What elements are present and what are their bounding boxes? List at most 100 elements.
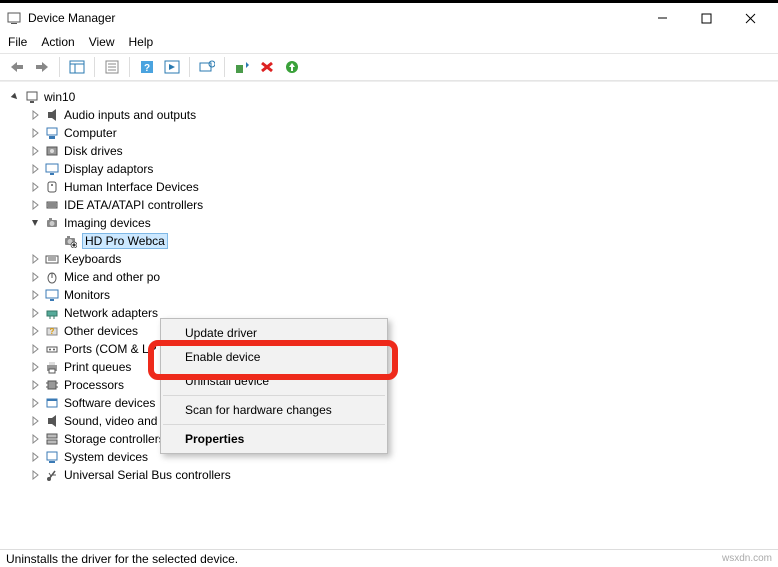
svg-text:?: ? bbox=[144, 63, 150, 74]
tree-node[interactable]: Print queues bbox=[4, 358, 774, 376]
uninstall-button[interactable] bbox=[256, 56, 278, 78]
network-icon bbox=[44, 305, 60, 321]
expand-icon[interactable] bbox=[28, 360, 42, 374]
tree-node-label: Monitors bbox=[64, 288, 110, 302]
collapse-icon[interactable] bbox=[28, 216, 42, 230]
toolbar-separator bbox=[224, 57, 225, 77]
expand-icon[interactable] bbox=[28, 108, 42, 122]
tree-node[interactable]: Processors bbox=[4, 376, 774, 394]
ctx-separator bbox=[163, 424, 385, 425]
svg-text:?: ? bbox=[50, 327, 55, 336]
toolbar-separator bbox=[59, 57, 60, 77]
expand-icon[interactable] bbox=[28, 144, 42, 158]
properties-button[interactable] bbox=[101, 56, 123, 78]
tree-node-label: System devices bbox=[64, 450, 148, 464]
ctx-properties[interactable]: Properties bbox=[163, 427, 385, 451]
expand-icon[interactable] bbox=[28, 468, 42, 482]
tree-node[interactable]: Network adapters bbox=[4, 304, 774, 322]
expand-icon[interactable] bbox=[28, 162, 42, 176]
tree-node[interactable]: Mice and other po bbox=[4, 268, 774, 286]
expand-icon[interactable] bbox=[28, 414, 42, 428]
monitor-icon bbox=[44, 287, 60, 303]
tree-node[interactable]: IDE ATA/ATAPI controllers bbox=[4, 196, 774, 214]
expand-icon[interactable] bbox=[28, 324, 42, 338]
ctx-enable-device[interactable]: Enable device bbox=[163, 345, 385, 369]
ide-icon bbox=[44, 197, 60, 213]
app-icon bbox=[6, 10, 22, 26]
tree-node[interactable]: Monitors bbox=[4, 286, 774, 304]
ctx-uninstall-device[interactable]: Uninstall device bbox=[163, 369, 385, 393]
tree-node-label: Ports (COM & LP bbox=[64, 342, 157, 356]
device-tree[interactable]: win10 Audio inputs and outputsComputerDi… bbox=[0, 81, 778, 551]
menu-view[interactable]: View bbox=[89, 35, 115, 49]
keyboard-icon bbox=[44, 251, 60, 267]
other-icon: ? bbox=[44, 323, 60, 339]
tree-node-label: IDE ATA/ATAPI controllers bbox=[64, 198, 203, 212]
expand-icon[interactable] bbox=[28, 342, 42, 356]
expand-icon[interactable] bbox=[28, 126, 42, 140]
system-icon bbox=[44, 449, 60, 465]
tree-node[interactable]: Computer bbox=[4, 124, 774, 142]
close-button[interactable] bbox=[728, 3, 772, 33]
software-icon bbox=[44, 395, 60, 411]
help-button[interactable]: ? bbox=[136, 56, 158, 78]
imaging-icon bbox=[44, 215, 60, 231]
maximize-button[interactable] bbox=[684, 3, 728, 33]
scan-hardware-button[interactable] bbox=[196, 56, 218, 78]
tree-node[interactable]: Software devices bbox=[4, 394, 774, 412]
menu-action[interactable]: Action bbox=[41, 35, 74, 49]
toolbar: ? bbox=[0, 53, 778, 81]
tree-node-label: Audio inputs and outputs bbox=[64, 108, 196, 122]
tree-node[interactable]: Keyboards bbox=[4, 250, 774, 268]
menu-help[interactable]: Help bbox=[129, 35, 154, 49]
action-button[interactable] bbox=[161, 56, 183, 78]
tree-node[interactable]: Sound, video and game controllers bbox=[4, 412, 774, 430]
nav-forward-button[interactable] bbox=[31, 56, 53, 78]
tree-node[interactable]: Universal Serial Bus controllers bbox=[4, 466, 774, 484]
window-title: Device Manager bbox=[28, 11, 640, 25]
expand-icon[interactable] bbox=[28, 306, 42, 320]
tree-node[interactable]: Imaging devices bbox=[4, 214, 774, 232]
toolbar-separator bbox=[94, 57, 95, 77]
ctx-separator bbox=[163, 395, 385, 396]
update-driver-button[interactable] bbox=[281, 56, 303, 78]
usb-icon bbox=[44, 467, 60, 483]
expand-icon[interactable] bbox=[28, 198, 42, 212]
ctx-scan-hardware[interactable]: Scan for hardware changes bbox=[163, 398, 385, 422]
tree-root-label: win10 bbox=[44, 90, 75, 104]
tree-node-label: Keyboards bbox=[64, 252, 121, 266]
mouse-icon bbox=[44, 269, 60, 285]
tree-node[interactable]: Disk drives bbox=[4, 142, 774, 160]
tree-node-label: Other devices bbox=[64, 324, 138, 338]
status-text: Uninstalls the driver for the selected d… bbox=[6, 552, 238, 566]
ctx-update-driver[interactable]: Update driver bbox=[163, 321, 385, 345]
enable-device-button[interactable] bbox=[231, 56, 253, 78]
expand-icon[interactable] bbox=[28, 180, 42, 194]
expand-icon[interactable] bbox=[28, 378, 42, 392]
expand-icon[interactable] bbox=[28, 288, 42, 302]
tree-node[interactable]: Display adaptors bbox=[4, 160, 774, 178]
menu-file[interactable]: File bbox=[8, 35, 27, 49]
expand-icon[interactable] bbox=[28, 432, 42, 446]
expand-icon[interactable] bbox=[8, 90, 22, 104]
expand-icon[interactable] bbox=[28, 252, 42, 266]
tree-node[interactable]: Storage controllers bbox=[4, 430, 774, 448]
tree-node[interactable]: Audio inputs and outputs bbox=[4, 106, 774, 124]
tree-child-label: HD Pro Webca bbox=[82, 233, 168, 249]
storage-icon bbox=[44, 431, 60, 447]
tree-root[interactable]: win10 bbox=[4, 88, 774, 106]
tree-node[interactable]: System devices bbox=[4, 448, 774, 466]
sound-icon bbox=[44, 413, 60, 429]
tree-node[interactable]: Human Interface Devices bbox=[4, 178, 774, 196]
expand-icon[interactable] bbox=[28, 450, 42, 464]
expand-icon[interactable] bbox=[28, 396, 42, 410]
tree-child-node[interactable]: HD Pro Webca bbox=[4, 232, 774, 250]
ports-icon bbox=[44, 341, 60, 357]
tree-node[interactable]: Ports (COM & LP bbox=[4, 340, 774, 358]
tree-node[interactable]: ? Other devices bbox=[4, 322, 774, 340]
minimize-button[interactable] bbox=[640, 3, 684, 33]
show-hide-tree-button[interactable] bbox=[66, 56, 88, 78]
nav-back-button[interactable] bbox=[6, 56, 28, 78]
expand-icon[interactable] bbox=[28, 270, 42, 284]
titlebar: Device Manager bbox=[0, 3, 778, 33]
